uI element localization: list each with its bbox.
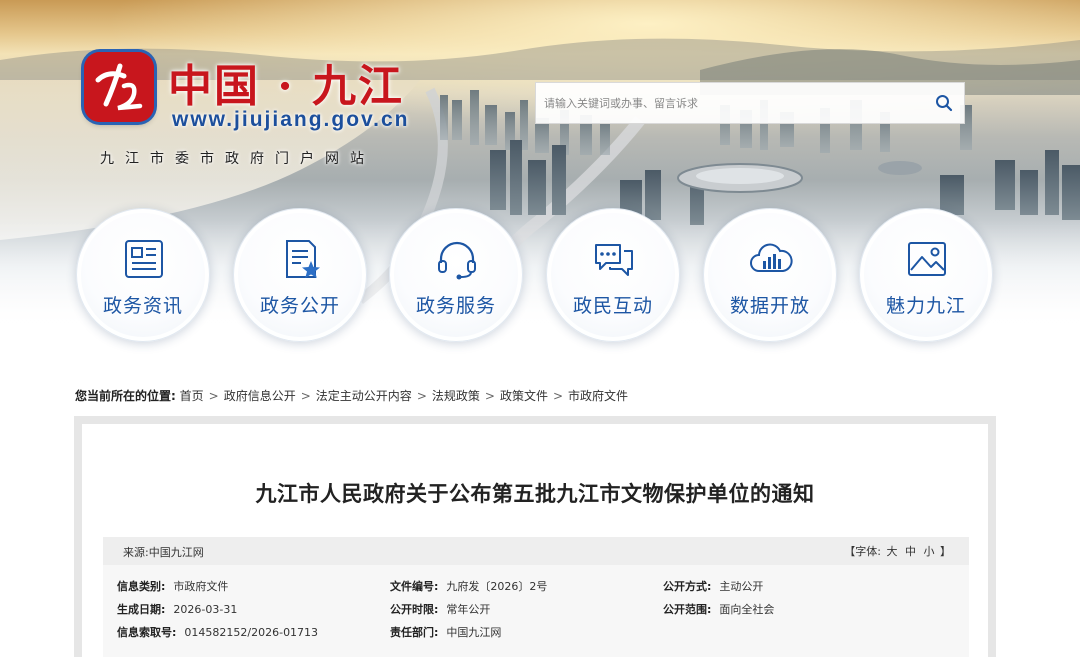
search-input[interactable] bbox=[536, 83, 926, 123]
font-size-large[interactable]: 大 bbox=[885, 545, 900, 558]
meta-key: 责任部门: bbox=[390, 626, 439, 639]
nav-item-open-government[interactable]: 政务公开 bbox=[233, 208, 367, 342]
article-metadata: 信息类别: 市政府文件 文件编号: 九府发〔2026〕2号 公开方式: 主动公开 生成… bbox=[103, 565, 969, 657]
main-nav: 政务资讯 政务公开 政务服务 政民互动 数据开放 魅力九江 bbox=[0, 205, 1080, 345]
meta-key: 信息索取号: bbox=[117, 626, 177, 639]
search-box bbox=[535, 82, 965, 124]
breadcrumb-item-policy-documents[interactable]: 政策文件 bbox=[500, 389, 548, 403]
headset-icon bbox=[438, 241, 476, 280]
breadcrumb-item-home[interactable]: 首页 bbox=[180, 389, 204, 403]
search-icon bbox=[936, 95, 953, 112]
nav-item-label: 魅力九江 bbox=[885, 295, 966, 317]
meta-value: 九府发〔2026〕2号 bbox=[446, 580, 548, 593]
font-size-small[interactable]: 小 bbox=[922, 545, 937, 558]
breadcrumb-separator: > bbox=[552, 389, 564, 403]
breadcrumb: 您当前所在的位置: 首页 > 政府信息公开 > 法定主动公开内容 > 法规政策 > 政策文件 > 市… bbox=[75, 387, 628, 404]
meta-value: 市政府文件 bbox=[173, 580, 229, 593]
article-source: 来源:中国九江网 bbox=[123, 546, 204, 559]
breadcrumb-item-info-disclosure[interactable]: 政府信息公开 bbox=[224, 389, 296, 403]
meta-disclosure-method: 公开方式: 主动公开 bbox=[663, 578, 763, 594]
meta-value: 主动公开 bbox=[719, 580, 764, 593]
meta-key: 公开范围: bbox=[663, 603, 712, 616]
meta-key: 公开时限: bbox=[390, 603, 439, 616]
nav-item-label: 数据开放 bbox=[729, 295, 810, 317]
article-title: 九江市人民政府关于公布第五批九江市文物保护单位的通知 bbox=[255, 482, 815, 506]
nav-item-charm[interactable]: 魅力九江 bbox=[859, 208, 993, 342]
meta-responsible-department: 责任部门: 中国九江网 bbox=[390, 624, 501, 640]
nav-item-label: 政民互动 bbox=[572, 295, 653, 317]
meta-value: 014582152/2026-01713 bbox=[184, 626, 319, 639]
article-source-bar: 来源:中国九江网 【字体: 大 中 小 】 bbox=[103, 537, 969, 565]
nav-item-open-data[interactable]: 数据开放 bbox=[703, 208, 837, 342]
meta-value: 2026-03-31 bbox=[173, 603, 238, 616]
nav-item-label: 政务公开 bbox=[259, 295, 340, 317]
font-size-control: 【字体: 大 中 小 】 bbox=[844, 543, 951, 559]
meta-index-number: 信息索取号: 014582152/2026-01713 bbox=[117, 624, 318, 640]
meta-disclosure-scope: 公开范围: 面向全社会 bbox=[663, 601, 774, 617]
meta-disclosure-period: 公开时限: 常年公开 bbox=[390, 601, 490, 617]
nav-item-label: 政务资讯 bbox=[102, 295, 183, 317]
meta-value: 面向全社会 bbox=[719, 603, 775, 616]
breadcrumb-item-municipal-documents[interactable]: 市政府文件 bbox=[568, 389, 628, 403]
document-star-icon bbox=[286, 240, 320, 278]
meta-key: 生成日期: bbox=[117, 603, 166, 616]
meta-key: 文件编号: bbox=[390, 580, 439, 593]
breadcrumb-separator: > bbox=[208, 389, 219, 403]
meta-key: 信息类别: bbox=[117, 580, 166, 593]
search-button[interactable] bbox=[924, 83, 964, 123]
breadcrumb-label: 您当前所在的位置: bbox=[75, 389, 176, 403]
breadcrumb-item-regulations[interactable]: 法规政策 bbox=[432, 389, 480, 403]
chat-bubbles-icon bbox=[595, 244, 633, 276]
site-logo-url: www.jiujiang.gov.cn bbox=[172, 108, 410, 131]
breadcrumb-separator: > bbox=[484, 389, 495, 403]
picture-icon bbox=[908, 242, 946, 276]
meta-value: 中国九江网 bbox=[446, 626, 502, 639]
nav-item-label: 政务服务 bbox=[415, 295, 496, 317]
site-logo-title[interactable]: 中国 · 九江 bbox=[168, 50, 404, 114]
site-subtitle: 九江市委市政府门户网站 bbox=[100, 151, 375, 167]
jiujiang-emblem-icon bbox=[84, 52, 154, 122]
meta-key: 公开方式: bbox=[663, 580, 712, 593]
meta-value: 常年公开 bbox=[446, 603, 491, 616]
font-size-medium[interactable]: 中 bbox=[903, 545, 918, 558]
site-logo-mark[interactable] bbox=[84, 52, 154, 122]
font-size-close: 】 bbox=[940, 545, 951, 558]
breadcrumb-item-statutory-content[interactable]: 法定主动公开内容 bbox=[316, 389, 412, 403]
nav-item-interaction[interactable]: 政民互动 bbox=[546, 208, 680, 342]
cloud-data-icon bbox=[750, 243, 793, 272]
meta-generation-date: 生成日期: 2026-03-31 bbox=[117, 601, 237, 617]
meta-document-number: 文件编号: 九府发〔2026〕2号 bbox=[390, 578, 547, 594]
font-size-label: 【字体: bbox=[844, 545, 881, 558]
breadcrumb-separator: > bbox=[416, 389, 427, 403]
breadcrumb-separator: > bbox=[300, 389, 311, 403]
nav-item-services[interactable]: 政务服务 bbox=[389, 208, 523, 342]
nav-item-news[interactable]: 政务资讯 bbox=[76, 208, 210, 342]
meta-info-category: 信息类别: 市政府文件 bbox=[117, 578, 228, 594]
news-icon bbox=[125, 240, 163, 278]
